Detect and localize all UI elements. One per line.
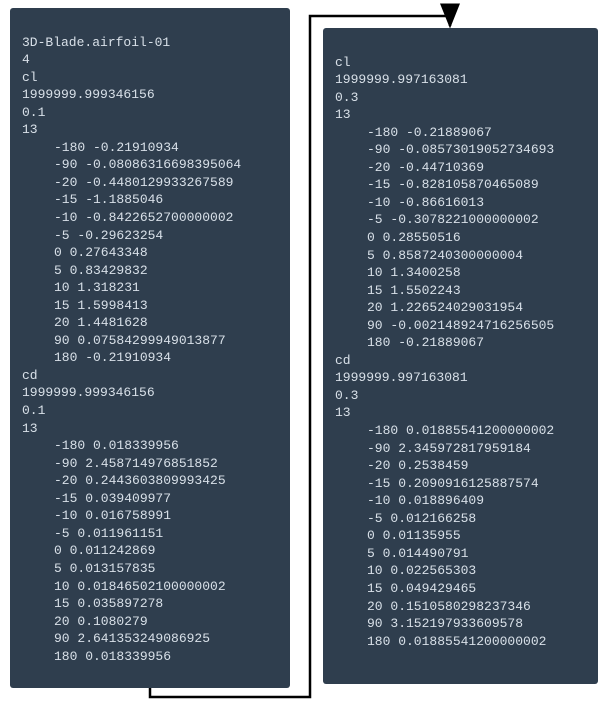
cl-n: 13: [335, 107, 351, 122]
cl-ratio: 0.1: [22, 105, 45, 120]
cd-big: 1999999.999346156: [22, 385, 155, 400]
cd-row: 5 0.013157835: [22, 560, 278, 578]
cl-big: 1999999.999346156: [22, 87, 155, 102]
cd-label: cd: [22, 368, 38, 383]
cl-row: 20 1.226524029031954: [335, 299, 586, 317]
cl-row: 15 1.5998413: [22, 297, 278, 315]
cl-row: -5 -0.3078221000000002: [335, 211, 586, 229]
left-code-panel: 3D-Blade.airfoil-01 4 cl 1999999.9993461…: [10, 8, 290, 688]
airfoil-title: 3D-Blade.airfoil-01: [22, 35, 170, 50]
cl-row: -15 -0.828105870465089: [335, 176, 586, 194]
cl-row: -15 -1.1885046: [22, 191, 278, 209]
cd-row: -5 0.012166258: [335, 510, 586, 528]
cd-row: -20 0.2538459: [335, 457, 586, 475]
cd-row: 180 0.01885541200000002: [335, 633, 586, 651]
cd-row: 5 0.014490791: [335, 545, 586, 563]
cd-row: 10 0.022565303: [335, 562, 586, 580]
cl-row: -20 -0.44710369: [335, 159, 586, 177]
cd-row: 15 0.049429465: [335, 580, 586, 598]
cl-row: -180 -0.21910934: [22, 139, 278, 157]
cd-ratio: 0.1: [22, 403, 45, 418]
cl-row: 0 0.28550516: [335, 229, 586, 247]
cl-n: 13: [22, 122, 38, 137]
cl-row: 180 -0.21910934: [22, 349, 278, 367]
cl-ratio: 0.3: [335, 90, 358, 105]
cl-row: 5 0.8587240300000004: [335, 247, 586, 265]
cd-row: -10 0.016758991: [22, 507, 278, 525]
cl-row: 20 1.4481628: [22, 314, 278, 332]
cl-row: -5 -0.29623254: [22, 227, 278, 245]
right-code-panel: cl 1999999.997163081 0.3 13 -180 -0.2188…: [323, 28, 598, 684]
cl-row: 180 -0.21889067: [335, 334, 586, 352]
cd-n: 13: [335, 405, 351, 420]
cd-row: 90 3.152197933609578: [335, 615, 586, 633]
cl-row: 10 1.3400258: [335, 264, 586, 282]
cd-n: 13: [22, 421, 38, 436]
cd-row: 15 0.035897278: [22, 595, 278, 613]
cd-row: 90 2.641353249086925: [22, 630, 278, 648]
cd-row: 0 0.01135955: [335, 527, 586, 545]
cd-row: 20 0.1080279: [22, 613, 278, 631]
cl-row: -20 -0.4480129933267589: [22, 174, 278, 192]
cd-row: 180 0.018339956: [22, 648, 278, 666]
cl-big: 1999999.997163081: [335, 72, 468, 87]
cl-row: 90 0.07584299949013877: [22, 332, 278, 350]
cl-row: 0 0.27643348: [22, 244, 278, 262]
cd-row: -20 0.2443603809993425: [22, 472, 278, 490]
cl-row: 5 0.83429832: [22, 262, 278, 280]
cd-row: -15 0.039409977: [22, 490, 278, 508]
cd-big: 1999999.997163081: [335, 370, 468, 385]
cl-row: -90 -0.08086316698395064: [22, 156, 278, 174]
cd-row: -15 0.2090916125887574: [335, 475, 586, 493]
cl-row: -180 -0.21889067: [335, 124, 586, 142]
cd-row: -90 2.458714976851852: [22, 455, 278, 473]
cd-row: 20 0.1510580298237346: [335, 598, 586, 616]
cd-row: -90 2.345972817959184: [335, 440, 586, 458]
cl-label: cl: [22, 70, 38, 85]
cl-label: cl: [335, 55, 351, 70]
cl-row: 15 1.5502243: [335, 282, 586, 300]
cd-row: -5 0.011961151: [22, 525, 278, 543]
cl-row: -10 -0.8422652700000002: [22, 209, 278, 227]
cl-row: -90 -0.08573019052734693: [335, 141, 586, 159]
cl-row: -10 -0.86616013: [335, 194, 586, 212]
airfoil-count: 4: [22, 52, 30, 67]
cd-row: -180 0.01885541200000002: [335, 422, 586, 440]
cd-ratio: 0.3: [335, 388, 358, 403]
cl-row: 90 -0.002148924716256505: [335, 317, 586, 335]
cd-row: -180 0.018339956: [22, 437, 278, 455]
cl-row: 10 1.318231: [22, 279, 278, 297]
cd-row: 0 0.011242869: [22, 542, 278, 560]
cd-label: cd: [335, 353, 351, 368]
cd-row: 10 0.01846502100000002: [22, 578, 278, 596]
cd-row: -10 0.018896409: [335, 492, 586, 510]
